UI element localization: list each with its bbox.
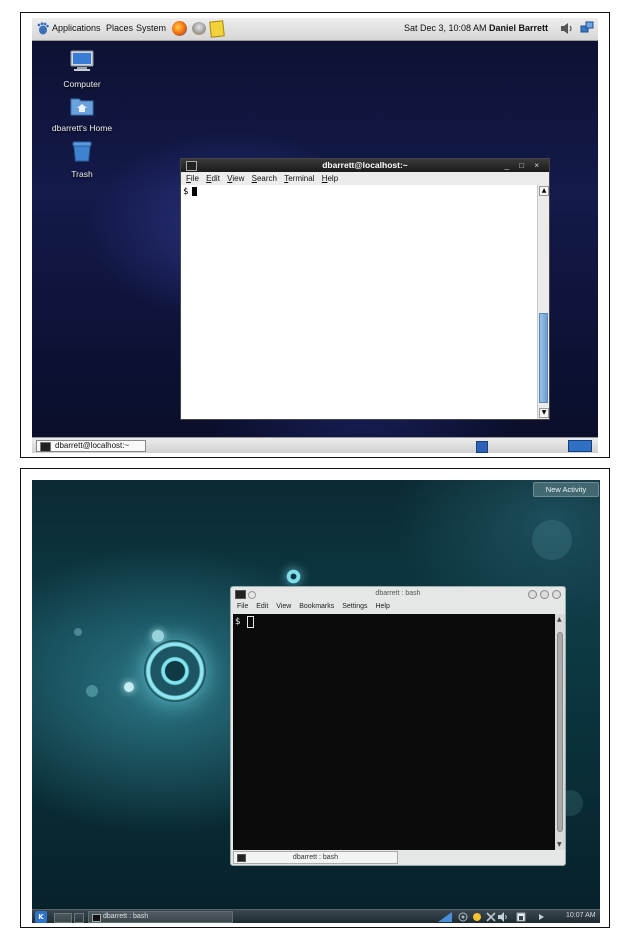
pin-icon[interactable] <box>248 591 256 599</box>
computer-icon <box>70 50 94 71</box>
shell-prompt: $ <box>183 187 189 197</box>
klipper-icon[interactable] <box>486 912 496 922</box>
taskbar-button-label: dbarrett@localhost:~ <box>55 441 130 450</box>
firefox-launcher-icon[interactable] <box>172 21 187 36</box>
scroll-up-arrow-icon[interactable]: ▲ <box>557 616 562 623</box>
konsole-tab[interactable]: dbarrett : bash <box>233 851 398 864</box>
close-icon[interactable] <box>552 590 561 599</box>
kde-panel: K dbarrett : bash 10:07 AM <box>32 909 600 923</box>
menu-help[interactable]: Help <box>322 172 338 185</box>
gnome-top-panel: Applications Places System Sat Dec 3, 10… <box>32 18 598 41</box>
konsole-tabbar: dbarrett : bash <box>233 851 563 864</box>
window-controls[interactable]: _ □ × <box>505 159 543 172</box>
desktop-icon-label: Computer <box>63 79 101 89</box>
konsole-text-area[interactable]: $ <box>233 614 555 850</box>
konsole-app-icon <box>235 590 246 599</box>
menu-file[interactable]: File <box>237 601 248 613</box>
show-desktop-button[interactable] <box>568 440 592 452</box>
desktop-icon-label: dbarrett's Home <box>51 123 113 133</box>
menu-file[interactable]: File <box>186 172 199 185</box>
wallpaper-orb <box>86 685 98 697</box>
terminal-titlebar[interactable]: dbarrett@localhost:~ _ □ × <box>181 159 549 172</box>
mail-launcher-icon[interactable] <box>192 22 206 35</box>
kde-desktop: New Activity dbarrett : bash File Edit V… <box>32 480 600 923</box>
device-notifier-icon[interactable] <box>438 912 452 922</box>
desktop-icon-trash[interactable]: Trash <box>37 140 127 179</box>
user-switcher[interactable]: Daniel Barrett <box>489 23 548 33</box>
applications-foot-icon[interactable] <box>37 22 49 35</box>
menu-view[interactable]: View <box>276 601 291 613</box>
terminal-task-icon <box>40 442 51 452</box>
minimize-icon[interactable] <box>528 590 537 599</box>
gnome-terminal-window[interactable]: dbarrett@localhost:~ _ □ × File Edit Vie… <box>180 158 550 420</box>
menu-settings[interactable]: Settings <box>342 601 367 613</box>
konsole-task-icon <box>92 914 101 922</box>
gnome-bottom-panel: dbarrett@localhost:~ <box>32 437 598 453</box>
shell-prompt: $ <box>235 617 241 627</box>
desktop-icon-home[interactable]: dbarrett's Home <box>37 96 127 133</box>
network-icon[interactable] <box>580 21 594 35</box>
notes-launcher-icon[interactable] <box>209 20 225 38</box>
wallpaper-orb <box>144 640 206 702</box>
volume-icon[interactable] <box>560 22 574 35</box>
wallpaper-orb <box>74 628 82 636</box>
gnome-desktop: Applications Places System Sat Dec 3, 10… <box>32 18 598 453</box>
kde-launcher-icon[interactable]: K <box>35 911 47 923</box>
desktop-pager[interactable] <box>54 913 72 923</box>
scrollbar-thumb[interactable] <box>557 632 563 832</box>
menu-edit[interactable]: Edit <box>256 601 268 613</box>
wallpaper-orb <box>124 682 134 692</box>
workspace-switcher[interactable] <box>476 441 488 453</box>
menu-search[interactable]: Search <box>252 172 277 185</box>
wallpaper-orb <box>286 569 301 584</box>
terminal-tab-icon <box>237 854 246 862</box>
terminal-app-icon <box>186 161 197 171</box>
notification-icon[interactable] <box>472 912 482 922</box>
konsole-title: dbarrett : bash <box>375 590 421 597</box>
desktop-icon-label: Trash <box>71 169 93 179</box>
taskbar-button-label: dbarrett : bash <box>103 913 149 920</box>
volume-icon[interactable] <box>498 912 508 922</box>
places-menu[interactable]: Places <box>106 23 133 33</box>
menu-edit[interactable]: Edit <box>206 172 220 185</box>
menu-help[interactable]: Help <box>375 601 389 613</box>
trash-icon <box>72 141 92 162</box>
scroll-up-arrow-icon[interactable]: ▲ <box>539 186 549 196</box>
terminal-menubar: File Edit View Search Terminal Help <box>181 172 549 185</box>
konsole-menubar: File Edit View Bookmarks Settings Help <box>231 601 565 613</box>
network-manager-icon[interactable] <box>458 912 468 922</box>
konsole-scrollbar[interactable]: ▲ ▼ <box>555 614 565 850</box>
scroll-down-arrow-icon[interactable]: ▼ <box>557 841 562 848</box>
terminal-scrollbar[interactable]: ▲ ▼ <box>537 185 549 419</box>
new-activity-button[interactable]: New Activity <box>533 482 599 497</box>
tab-label: dbarrett : bash <box>292 854 339 861</box>
menu-terminal[interactable]: Terminal <box>284 172 314 185</box>
applications-menu[interactable]: Applications <box>52 23 101 33</box>
terminal-title: dbarrett@localhost:~ <box>322 160 408 170</box>
menu-bookmarks[interactable]: Bookmarks <box>299 601 334 613</box>
konsole-titlebar[interactable]: dbarrett : bash <box>231 587 565 600</box>
battery-icon[interactable] <box>516 912 526 922</box>
clock[interactable]: Sat Dec 3, 10:08 AM <box>404 23 487 33</box>
taskbar-button-konsole[interactable]: dbarrett : bash <box>88 911 233 923</box>
text-cursor <box>192 187 197 196</box>
desktop-icon-computer[interactable]: Computer <box>37 50 127 89</box>
maximize-icon[interactable] <box>540 590 549 599</box>
desktop-pager-2[interactable] <box>74 913 84 923</box>
scrollbar-thumb[interactable] <box>539 313 548 403</box>
terminal-text-area[interactable]: $ <box>181 185 537 419</box>
wallpaper-orb <box>152 630 164 642</box>
system-menu[interactable]: System <box>136 23 166 33</box>
konsole-window[interactable]: dbarrett : bash File Edit View Bookmarks… <box>230 586 566 866</box>
scroll-down-arrow-icon[interactable]: ▼ <box>539 408 549 418</box>
text-cursor <box>247 616 254 628</box>
taskbar-button-terminal[interactable]: dbarrett@localhost:~ <box>36 440 146 452</box>
home-folder-icon <box>70 98 94 116</box>
expand-tray-icon[interactable] <box>536 912 546 922</box>
wallpaper-orb <box>532 520 572 560</box>
clock[interactable]: 10:07 AM <box>566 912 596 919</box>
menu-view[interactable]: View <box>227 172 244 185</box>
